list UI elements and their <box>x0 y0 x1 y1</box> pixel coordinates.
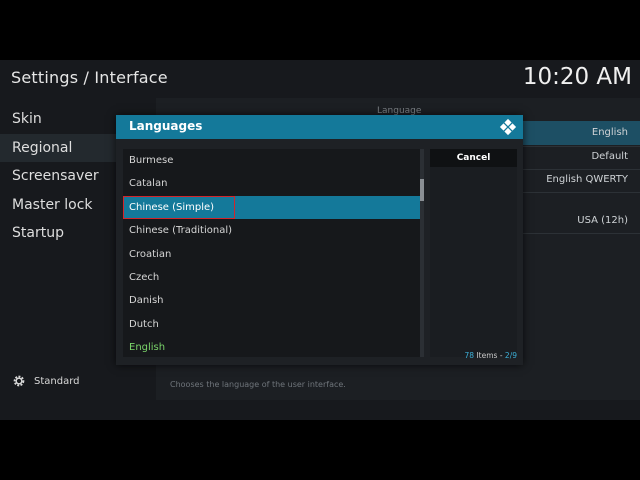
page-indicator: 2/9 <box>504 351 517 360</box>
setting-value-keyboard[interactable]: English QWERTY <box>546 174 628 185</box>
items-word: Items <box>476 351 498 360</box>
row-divider <box>520 146 640 147</box>
row-divider <box>520 233 640 234</box>
list-item[interactable]: Dutch <box>123 313 420 336</box>
items-count: 78 Items - 2/9 <box>464 351 517 360</box>
list-item[interactable]: Czech <box>123 266 420 289</box>
highlight-box <box>123 195 235 219</box>
list-scrollbar[interactable] <box>420 149 424 357</box>
setting-value-charset[interactable]: Default <box>591 151 628 162</box>
list-item-current[interactable]: English <box>123 336 420 359</box>
setting-description: Chooses the language of the user interfa… <box>170 380 346 389</box>
settings-level-button[interactable]: Standard <box>12 374 80 388</box>
languages-dialog: Languages Burmese Catalan Chinese (Simpl… <box>116 115 523 365</box>
settings-level-label: Standard <box>34 375 80 387</box>
list-item-selected[interactable]: Chinese (Simple) <box>123 195 420 220</box>
row-divider <box>520 192 640 193</box>
page-title: Settings / Interface <box>11 68 168 87</box>
kodi-icon <box>499 118 517 136</box>
gear-icon <box>13 375 25 387</box>
clock: 10:20 AM <box>522 64 632 90</box>
cancel-button[interactable]: Cancel <box>430 149 517 167</box>
list-item[interactable]: Danish <box>123 289 420 312</box>
dialog-title: Languages <box>129 119 203 133</box>
setting-value-region[interactable]: USA (12h) <box>577 215 628 226</box>
list-item[interactable]: Croatian <box>123 243 420 266</box>
dialog-button-column <box>430 167 517 357</box>
items-total: 78 <box>464 351 475 360</box>
list-item[interactable]: Burmese <box>123 149 420 172</box>
scroll-thumb[interactable] <box>420 179 424 201</box>
row-divider <box>520 169 640 170</box>
language-list[interactable]: Burmese Catalan Chinese (Simple) Chinese… <box>123 149 420 357</box>
setting-value-language[interactable]: English <box>592 127 628 138</box>
dialog-header: Languages <box>116 115 523 139</box>
list-item[interactable]: Catalan <box>123 172 420 195</box>
list-item[interactable]: Chinese (Traditional) <box>123 219 420 242</box>
